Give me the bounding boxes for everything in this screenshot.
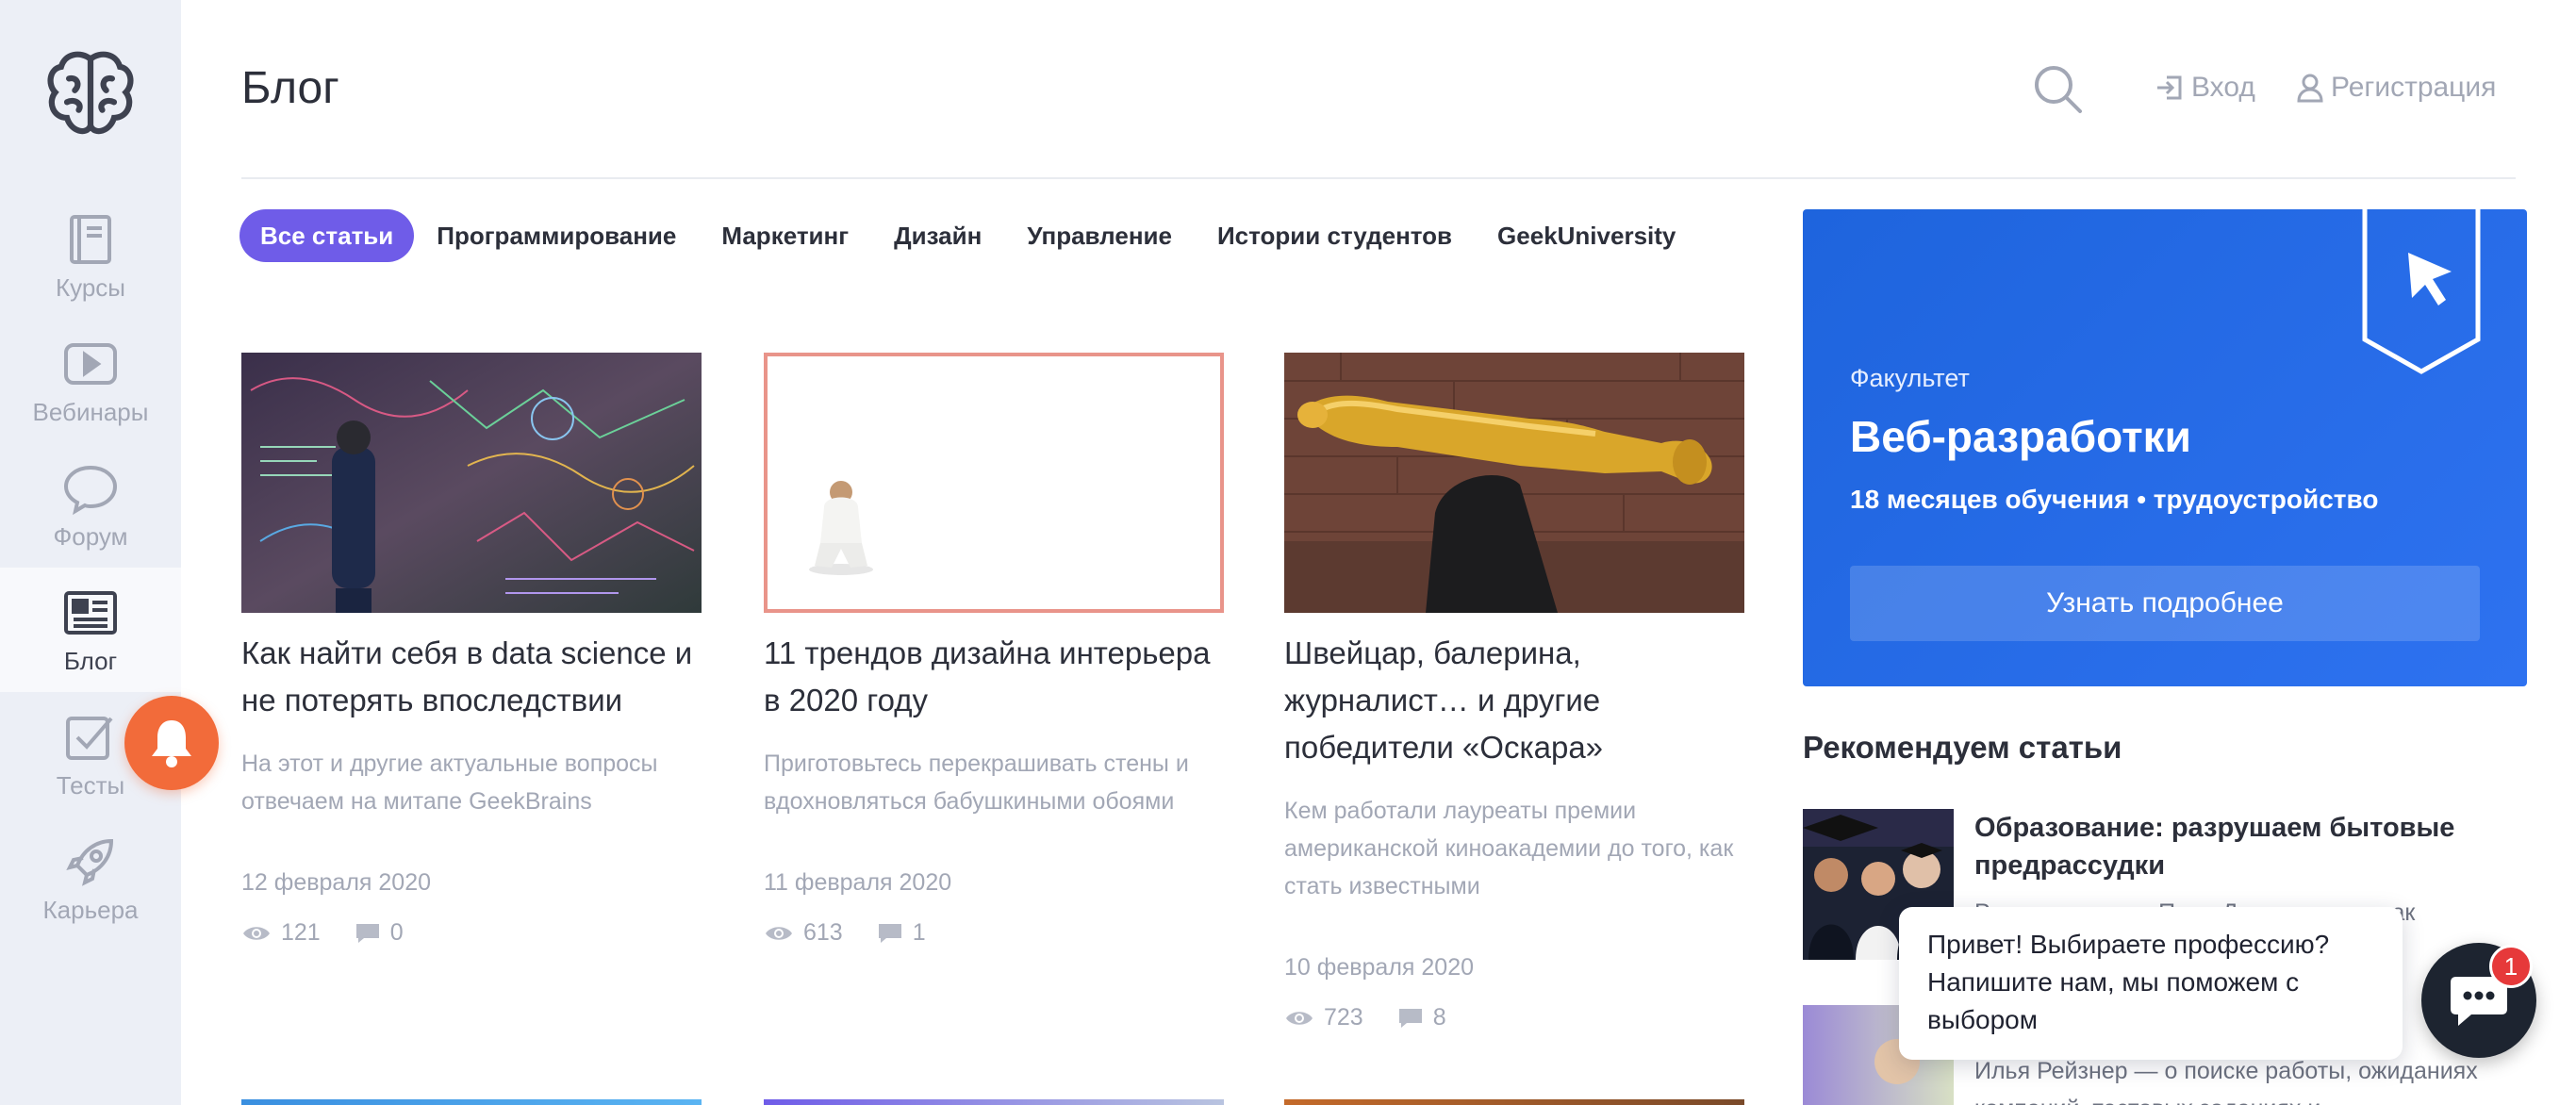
article-date: 11 февраля 2020 — [764, 869, 952, 896]
article-description: Приготовьтесь перекрашивать стены и вдох… — [764, 750, 1189, 815]
promo-label: Факультет — [1850, 364, 1970, 392]
comments-count: 1 — [877, 919, 926, 947]
promo-subtitle: 18 месяцев обучения • трудоустройство — [1850, 485, 2379, 514]
sidebar-item-blog[interactable]: Блог — [0, 568, 181, 692]
recommended-item-excerpt: Илья Рейзнер — о поиске работы, ожидания… — [1974, 1058, 2478, 1105]
category-tabs: Все статьи Программирование Маркетинг Ди… — [239, 209, 1698, 262]
comments-value: 8 — [1432, 1004, 1446, 1031]
register-link[interactable]: Регистрация — [2297, 72, 2496, 104]
article-image-partial — [1284, 1099, 1744, 1105]
article-title[interactable]: 11 трендов дизайна интерьера в 2020 году — [764, 630, 1224, 724]
comments-value: 0 — [389, 919, 404, 946]
comments-value: 1 — [912, 919, 926, 946]
sidebar-item-label: Тесты — [56, 770, 125, 800]
article-description: На этот и другие актуальные вопросы отве… — [241, 750, 658, 815]
book-icon — [62, 211, 119, 268]
sidebar-item-label: Курсы — [55, 272, 125, 302]
tab-programming[interactable]: Программирование — [414, 209, 699, 262]
login-label: Вход — [2191, 72, 2255, 103]
unread-badge: 1 — [2489, 945, 2533, 988]
article-stats: 723 8 — [1284, 1004, 1744, 1031]
article-card[interactable]: Как найти себя в data science и не потер… — [241, 353, 702, 947]
cursor-ribbon-icon — [2362, 209, 2481, 374]
article-date: 10 февраля 2020 — [1284, 954, 1475, 981]
play-icon — [62, 336, 119, 392]
comment-icon — [1398, 1008, 1422, 1028]
article-image[interactable] — [1284, 353, 1744, 613]
promo-title: Веб-разработки — [1850, 412, 2191, 461]
article-stats: 121 0 — [241, 919, 702, 947]
article-image-partial — [241, 1099, 702, 1105]
article-card[interactable]: Швейцар, балерина, журналист… и другие п… — [1284, 353, 1744, 1031]
search-icon — [2035, 66, 2082, 113]
brain-logo-icon[interactable] — [41, 45, 140, 143]
newspaper-icon — [62, 585, 119, 641]
recommended-item-title[interactable]: Образование: разрушаем бытовые предрассу… — [1974, 809, 2519, 884]
bell-icon — [152, 720, 191, 767]
views-count: 613 — [764, 919, 843, 947]
tab-management[interactable]: Управление — [1004, 209, 1195, 262]
sidebar-item-courses[interactable]: Курсы — [0, 194, 181, 319]
tab-all-articles[interactable]: Все статьи — [239, 209, 415, 262]
comment-icon — [355, 923, 379, 943]
article-description: Кем работали лауреаты премии американско… — [1284, 798, 1734, 899]
views-value: 613 — [803, 919, 843, 946]
comment-icon — [878, 923, 901, 943]
user-icon — [2297, 74, 2323, 103]
views-value: 121 — [281, 919, 321, 946]
checkbox-icon — [62, 709, 119, 766]
comments-count: 8 — [1397, 1004, 1446, 1031]
sidebar-item-career[interactable]: Карьера — [0, 816, 181, 941]
chat-icon — [62, 460, 119, 517]
register-label: Регистрация — [2331, 72, 2497, 103]
eye-icon — [1286, 1011, 1313, 1025]
header-divider — [241, 177, 2516, 179]
tab-design[interactable]: Дизайн — [871, 209, 1004, 262]
views-value: 723 — [1324, 1004, 1363, 1031]
sidebar-item-forum[interactable]: Форум — [0, 443, 181, 568]
eye-icon — [766, 926, 792, 940]
comments-count: 0 — [355, 919, 404, 947]
article-card[interactable]: 11 трендов дизайна интерьера в 2020 году… — [764, 353, 1224, 947]
chat-greeting-text: Привет! Выбираете профессию? Напишите на… — [1927, 930, 2330, 1034]
page-title: Блог — [241, 63, 339, 113]
tab-student-stories[interactable]: Истории студентов — [1195, 209, 1475, 262]
learn-more-button[interactable]: Узнать подробнее — [1850, 566, 2480, 641]
recommended-title: Рекомендуем статьи — [1803, 730, 2122, 765]
rocket-icon — [62, 833, 119, 890]
article-image-partial — [764, 1099, 1224, 1105]
login-icon — [2157, 75, 2182, 100]
article-image[interactable] — [764, 353, 1224, 613]
article-title[interactable]: Как найти себя в data science и не потер… — [241, 630, 702, 724]
sidebar-item-label: Вебинары — [32, 397, 149, 426]
article-image[interactable] — [241, 353, 702, 613]
search-button[interactable] — [2031, 62, 2084, 115]
article-stats: 613 1 — [764, 919, 1224, 947]
sidebar: Курсы Вебинары Форум Блог Тесты Карьера — [0, 0, 181, 1105]
eye-icon — [243, 926, 270, 940]
sidebar-item-webinars[interactable]: Вебинары — [0, 319, 181, 443]
sidebar-item-label: Карьера — [42, 895, 139, 924]
sidebar-item-label: Блог — [63, 646, 118, 675]
login-link[interactable]: Вход — [2155, 72, 2255, 104]
tab-marketing[interactable]: Маркетинг — [699, 209, 871, 262]
promo-banner[interactable]: Факультет Веб-разработки 18 месяцев обуч… — [1803, 209, 2527, 686]
article-date: 12 февраля 2020 — [241, 869, 432, 896]
tab-geekuniversity[interactable]: GeekUniversity — [1475, 209, 1698, 262]
sidebar-item-label: Форум — [53, 521, 128, 551]
views-count: 121 — [241, 919, 321, 947]
notification-bell-button[interactable] — [124, 696, 219, 790]
views-count: 723 — [1284, 1004, 1363, 1031]
article-title[interactable]: Швейцар, балерина, журналист… и другие п… — [1284, 630, 1744, 771]
chat-greeting-bubble[interactable]: Привет! Выбираете профессию? Напишите на… — [1899, 907, 2403, 1060]
